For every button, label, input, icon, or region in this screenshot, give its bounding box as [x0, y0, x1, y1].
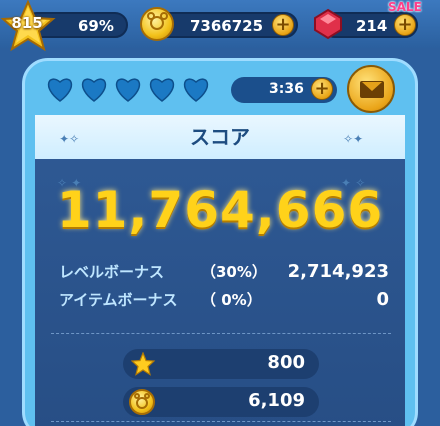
level-progress-text: 69% — [78, 17, 114, 35]
item-bonus-row: アイテムボーナス （ 0%） 0 — [59, 289, 389, 313]
gems-count: 214 — [356, 17, 388, 35]
exp-reward-row: 800 — [123, 349, 319, 379]
hearts-bar: 3:36 + — [25, 61, 421, 117]
heart-timer: 3:36 + — [231, 77, 337, 103]
level-number: 815 — [11, 14, 43, 32]
top-status-bar: 69% 815 7366725 + 214 + SALE — [0, 0, 440, 52]
heart-icon — [116, 78, 140, 102]
divider — [51, 421, 391, 422]
heart-icon — [150, 78, 174, 102]
score-panel: 3:36 + スコア ✦✧ ✧ ✦ ✧✦ ✦ ✧ 11,764,666 レベルボーナ… — [22, 58, 418, 426]
heart-icon — [48, 78, 72, 102]
bonus-label: レベルボーナス — [59, 263, 165, 281]
bonus-value: 2,714,923 — [287, 261, 389, 282]
score-results: スコア ✦✧ ✧ ✦ ✧✦ ✦ ✧ 11,764,666 レベルボーナス （30%）… — [35, 115, 405, 426]
coin-reward-value: 6,109 — [248, 390, 305, 411]
envelope-icon — [360, 81, 384, 98]
sale-badge: SALE — [388, 0, 422, 14]
coins-count: 7366725 — [190, 17, 264, 35]
mailbox-button[interactable] — [347, 65, 395, 113]
gem-icon — [314, 8, 342, 40]
exp-reward-value: 800 — [267, 352, 305, 373]
bonus-value: 0 — [376, 289, 389, 310]
add-gems-button[interactable]: + — [394, 14, 416, 36]
heart-timer-text: 3:36 — [269, 81, 304, 97]
bonus-percent: （ 0%） — [201, 291, 262, 309]
divider — [51, 333, 391, 334]
score-header: スコア ✦✧ ✧ ✦ ✧✦ ✦ ✧ — [35, 115, 405, 190]
level-bonus-row: レベルボーナス （30%） 2,714,923 — [59, 261, 389, 285]
total-score: 11,764,666 — [56, 181, 384, 239]
coin-reward-row: 6,109 — [123, 387, 319, 417]
coin-icon — [129, 389, 155, 415]
star-icon — [131, 352, 155, 376]
coin-icon — [140, 7, 174, 41]
heart-icon — [184, 78, 208, 102]
score-header-title: スコア — [190, 125, 250, 149]
bonus-percent: （30%） — [201, 263, 267, 281]
heart-icon — [82, 78, 106, 102]
bonus-label: アイテムボーナス — [59, 291, 178, 309]
add-hearts-button[interactable]: + — [311, 78, 333, 100]
add-coins-button[interactable]: + — [272, 14, 294, 36]
